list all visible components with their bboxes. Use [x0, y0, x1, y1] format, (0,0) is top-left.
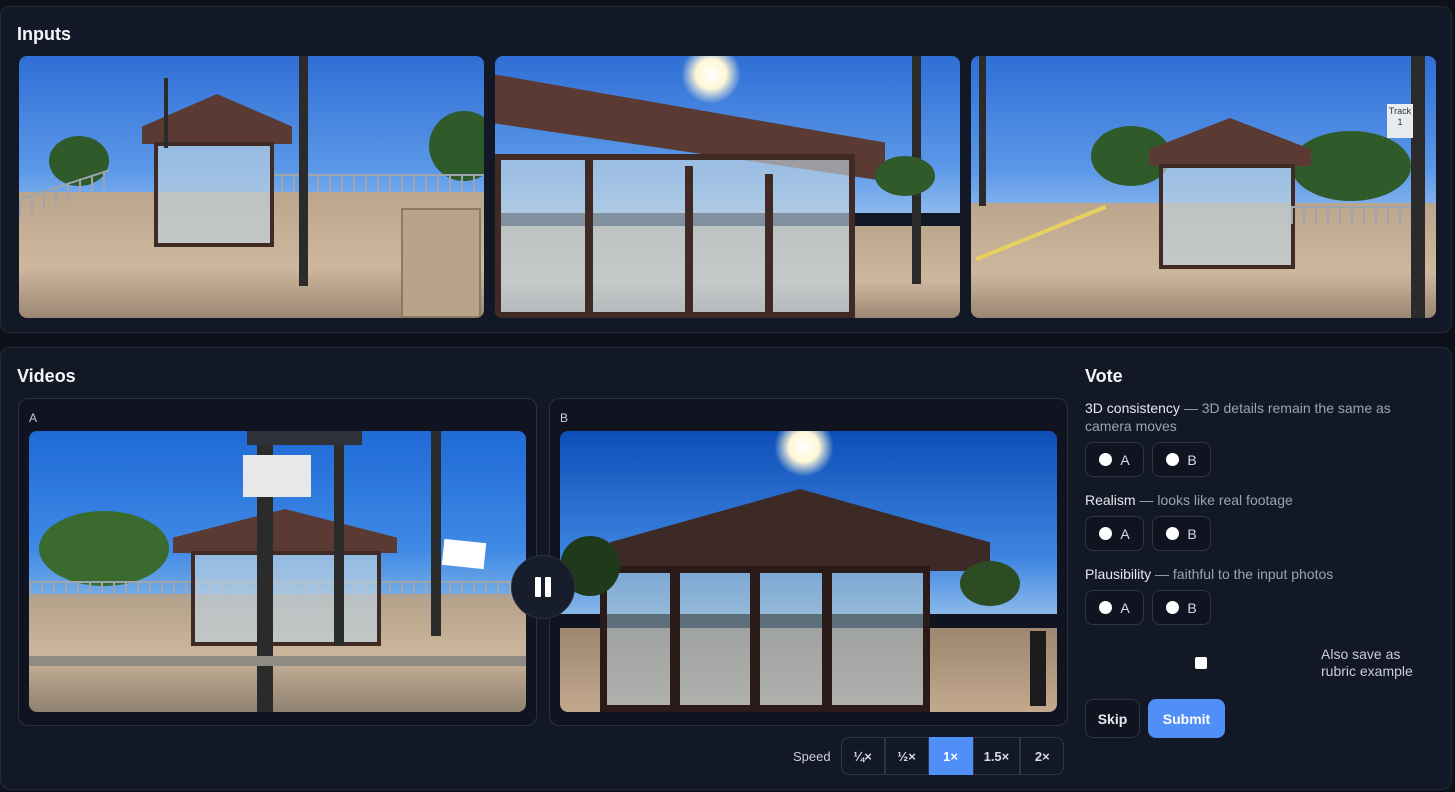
vote-plausibility-b-radio[interactable]: B: [1152, 590, 1211, 625]
criterion-realism: Realism — looks like real footage: [1085, 491, 1425, 509]
speed-1-5x-button[interactable]: 1.5×: [972, 737, 1021, 775]
submit-button[interactable]: Submit: [1148, 699, 1225, 738]
speed-1x-button[interactable]: 1×: [928, 737, 973, 775]
videos-title: Videos: [17, 366, 76, 386]
radio-icon: [1166, 527, 1180, 540]
criterion-name: Realism: [1085, 492, 1136, 508]
vote-realism-a-radio[interactable]: A: [1085, 516, 1144, 551]
rubric-example-checkbox[interactable]: [1195, 657, 1207, 669]
criterion-name: Plausibility: [1085, 566, 1152, 582]
videos-panel: Videos A B Speed ¼× ½× 1× 1.5× 2× Vote 3…: [0, 347, 1452, 790]
input-photo-1: [19, 56, 484, 318]
video-a-board: [247, 431, 362, 445]
input-photo-3: Track 1: [971, 56, 1436, 318]
criterion-plausibility: Plausibility — faithful to the input pho…: [1085, 565, 1425, 583]
video-card-a: A: [18, 398, 537, 726]
radio-group-plausibility: A B: [1085, 590, 1211, 625]
pause-icon: [535, 577, 541, 597]
inputs-panel: Inputs Track 1: [0, 6, 1452, 333]
video-a-white-patch: [441, 538, 487, 570]
speed-label: Speed: [793, 748, 831, 764]
track-sign: Track 1: [1387, 104, 1413, 138]
vote-3d-a-radio[interactable]: A: [1085, 442, 1144, 477]
speed-2x-button[interactable]: 2×: [1020, 737, 1065, 775]
skip-button[interactable]: Skip: [1085, 699, 1140, 738]
radio-icon: [1166, 601, 1180, 614]
speed-quarter-button[interactable]: ¼×: [840, 737, 885, 775]
criterion-name: 3D consistency: [1085, 400, 1180, 416]
radio-icon: [1099, 453, 1113, 466]
video-b[interactable]: [560, 431, 1057, 712]
radio-group-3d-consistency: A B: [1085, 442, 1211, 477]
radio-icon: [1099, 527, 1113, 540]
criterion-desc: — looks like real footage: [1135, 492, 1293, 508]
radio-group-realism: A B: [1085, 516, 1211, 551]
vote-3d-b-radio[interactable]: B: [1152, 442, 1211, 477]
rubric-example-label: Also save as rubric example: [1321, 646, 1413, 679]
speed-controls: Speed ¼× ½× 1× 1.5× 2×: [793, 737, 1065, 775]
input-photo-2: [495, 56, 960, 318]
speed-half-button[interactable]: ½×: [884, 737, 929, 775]
video-a[interactable]: [29, 431, 526, 712]
radio-icon: [1099, 601, 1113, 614]
vote-title: Vote: [1085, 366, 1123, 386]
video-label-a: A: [29, 411, 38, 425]
criterion-desc: — faithful to the input photos: [1151, 566, 1334, 582]
vote-realism-b-radio[interactable]: B: [1152, 516, 1211, 551]
inputs-title: Inputs: [17, 24, 71, 44]
video-card-b: B: [549, 398, 1068, 726]
vote-plausibility-a-radio[interactable]: A: [1085, 590, 1144, 625]
pause-button[interactable]: [511, 555, 575, 619]
radio-icon: [1166, 453, 1180, 466]
criterion-3d-consistency: 3D consistency — 3D details remain the s…: [1085, 399, 1425, 435]
video-label-b: B: [560, 411, 569, 425]
video-a-sign: [243, 455, 311, 497]
